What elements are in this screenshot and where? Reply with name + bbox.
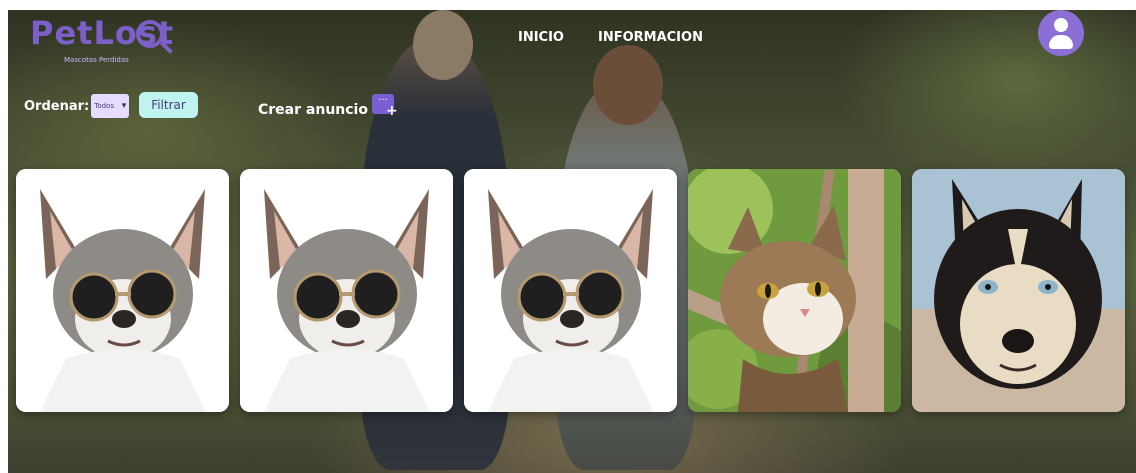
pet-card[interactable] <box>240 169 453 412</box>
filter-button[interactable]: Filtrar <box>139 92 198 118</box>
sort-selected-value: Todos <box>94 102 114 110</box>
pet-card[interactable] <box>912 169 1125 412</box>
create-ad-label: Crear anuncio <box>258 102 368 118</box>
brand-tagline: Mascotas Perdidas <box>64 56 129 64</box>
pet-photo <box>688 169 901 412</box>
sort-select[interactable]: Todos ▾ <box>91 94 130 118</box>
pet-card[interactable] <box>464 169 677 412</box>
pet-card-list <box>16 169 1136 413</box>
main-nav: INICIO INFORMACION <box>518 30 703 45</box>
chevron-down-icon: ▾ <box>121 101 127 111</box>
pet-photo <box>912 169 1125 412</box>
sort-label: Ordenar: <box>24 98 90 114</box>
hero-background: PetLost Mascotas Perdidas INICIO INFORMA… <box>8 10 1136 473</box>
create-ad-link[interactable]: Crear anuncio ··· + <box>258 90 398 118</box>
magnifier-icon <box>136 20 164 48</box>
user-avatar[interactable] <box>1038 10 1084 56</box>
nav-link-inicio[interactable]: INICIO <box>518 30 564 45</box>
sort-control: Ordenar: Todos ▾ <box>24 94 130 118</box>
pet-photo <box>240 169 453 412</box>
pet-photo <box>16 169 229 412</box>
user-icon <box>1054 18 1068 32</box>
pet-card[interactable] <box>688 169 901 412</box>
add-post-icon[interactable]: ··· + <box>371 94 398 118</box>
pet-card[interactable] <box>16 169 229 412</box>
brand-logo[interactable]: PetLost Mascotas Perdidas <box>30 14 200 70</box>
nav-link-informacion[interactable]: INFORMACION <box>598 30 703 45</box>
pet-photo <box>464 169 677 412</box>
